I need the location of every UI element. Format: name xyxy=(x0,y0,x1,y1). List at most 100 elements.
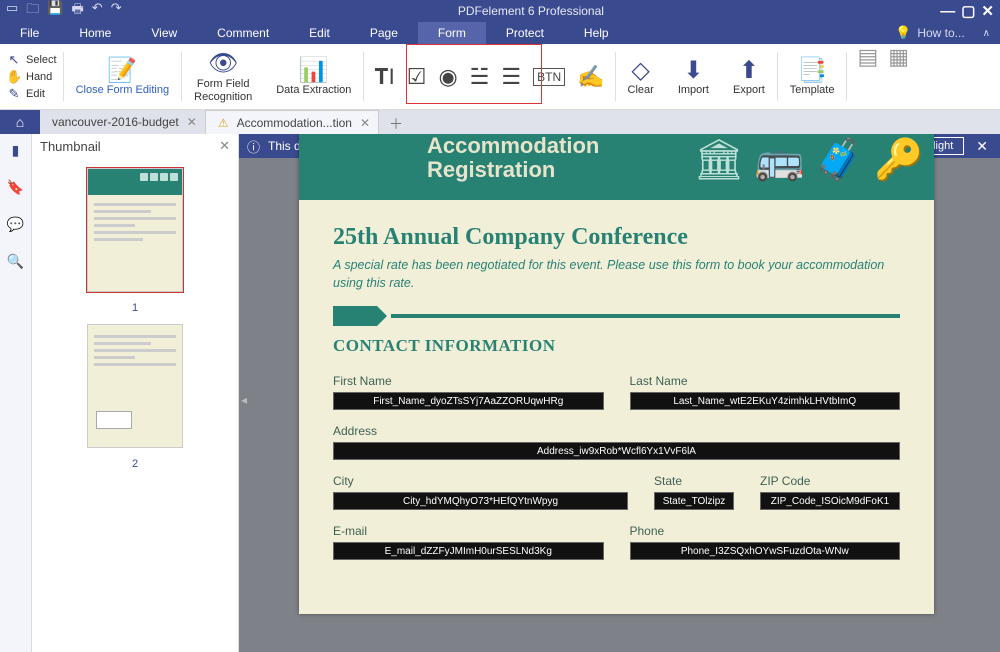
export-button[interactable]: ⬆ Export xyxy=(721,44,777,109)
select-tool[interactable]: ↖Select xyxy=(6,52,57,68)
align-icon[interactable]: ▤ xyxy=(857,44,878,70)
tab-label: Accommodation...tion xyxy=(237,116,352,130)
menu-file[interactable]: File xyxy=(0,22,59,44)
clear-button[interactable]: ◇ Clear xyxy=(616,44,666,109)
undo-icon[interactable]: ↶ xyxy=(92,0,103,22)
pdf-page: Accommodation Registration 🏛 🚌 🧳 🔑 25th … xyxy=(299,134,934,614)
address-label: Address xyxy=(333,424,900,438)
radio-field-icon[interactable]: ◉ xyxy=(438,64,457,90)
state-field[interactable]: State_TOlzipz xyxy=(654,492,734,510)
phone-field[interactable]: Phone_I3ZSQxhOYwSFuzdOta-WNw xyxy=(630,542,901,560)
menu-comment[interactable]: Comment xyxy=(197,22,289,44)
doc-tab-2[interactable]: ⚠ Accommodation...tion ✕ xyxy=(206,110,379,134)
menu-help[interactable]: Help xyxy=(564,22,629,44)
import-icon: ⬇ xyxy=(683,56,703,84)
eraser-icon: ◇ xyxy=(631,56,649,84)
thumbnail-panel: Thumbnail ✕ 1 2 xyxy=(32,134,239,652)
menu-page[interactable]: Page xyxy=(350,22,418,44)
text-field-icon[interactable]: 𝐓I xyxy=(374,64,394,90)
add-tab-button[interactable]: ＋ xyxy=(379,114,413,134)
side-strip: ▮ 🔖 💬 🔍 xyxy=(0,134,32,652)
tab-close-icon[interactable]: ✕ xyxy=(360,116,370,130)
button-field-icon[interactable]: BTN xyxy=(533,68,565,86)
combo-field-icon[interactable]: ☱ xyxy=(470,64,490,90)
howto-input[interactable]: 💡 How to... xyxy=(895,25,973,41)
document-tabs: ⌂ vancouver-2016-budget ✕ ⚠ Accommodatio… xyxy=(0,110,1000,134)
doc-tab-1[interactable]: vancouver-2016-budget ✕ xyxy=(40,110,206,134)
misc-group: ▤ ▦ xyxy=(847,44,919,109)
zip-label: ZIP Code xyxy=(760,474,900,488)
maximize-icon[interactable]: ▢ xyxy=(961,4,975,19)
last-name-field[interactable]: Last_Name_wtE2EKuY4zimhkLHVtbImQ xyxy=(630,392,901,410)
form-field-group: 𝐓I ☑ ◉ ☱ ☰ BTN ✍ xyxy=(364,44,614,109)
menu-bar: File Home View Comment Edit Page Form Pr… xyxy=(0,22,1000,44)
quick-access-toolbar: ▭ 🗀 💾 🖶 ↶ ↷ xyxy=(0,0,128,22)
body: ▮ 🔖 💬 🔍 Thumbnail ✕ 1 2 ⓘ This docume xyxy=(0,134,1000,652)
extraction-icon: 📊 xyxy=(299,56,329,84)
last-name-label: Last Name xyxy=(630,374,901,388)
edit-tool[interactable]: ✎Edit xyxy=(6,86,57,102)
comments-icon[interactable]: 💬 xyxy=(7,216,24,233)
checkbox-field-icon[interactable]: ☑ xyxy=(407,64,427,90)
menu-edit[interactable]: Edit xyxy=(289,22,350,44)
form-field-recognition-button[interactable]: 👁 Form Field Recognition xyxy=(182,44,264,109)
menu-form[interactable]: Form xyxy=(418,22,486,44)
bus-icon: 🚌 xyxy=(755,140,805,180)
list-field-icon[interactable]: ☰ xyxy=(501,64,521,90)
export-icon: ⬆ xyxy=(739,56,759,84)
collapse-panel-icon[interactable]: ◂ xyxy=(241,393,247,407)
save-icon[interactable]: 💾 xyxy=(47,0,63,22)
search-icon[interactable]: 🔍 xyxy=(7,253,24,270)
tab-close-icon[interactable]: ✕ xyxy=(187,115,197,129)
thumbnail-title: Thumbnail xyxy=(40,139,101,154)
bookmarks-icon[interactable]: 🔖 xyxy=(7,179,24,196)
email-label: E-mail xyxy=(333,524,604,538)
more-icon[interactable]: ▦ xyxy=(888,44,909,70)
menu-home[interactable]: Home xyxy=(59,22,131,44)
ribbon: ↖Select ✋Hand ✎Edit 📝 Close Form Editing… xyxy=(0,44,1000,110)
title-bar: ▭ 🗀 💾 🖶 ↶ ↷ PDFelement 6 Professional — … xyxy=(0,0,1000,22)
minimize-icon[interactable]: — xyxy=(940,4,955,19)
thumbnail-page-2-number: 2 xyxy=(132,458,138,470)
recognition-icon: 👁 xyxy=(208,50,238,78)
email-field[interactable]: E_mail_dZZFyJMImH0urSESLNd3Kg xyxy=(333,542,604,560)
pencil-icon: ✎ xyxy=(6,86,22,102)
hand-tool[interactable]: ✋Hand xyxy=(6,69,57,85)
redo-icon[interactable]: ↷ xyxy=(111,0,122,22)
print-icon[interactable]: 🖶 xyxy=(72,0,84,22)
band-graphics: 🏛 🚌 🧳 🔑 xyxy=(694,140,924,180)
close-form-editing-button[interactable]: 📝 Close Form Editing xyxy=(64,44,182,109)
first-name-field[interactable]: First_Name_dyoZTsSYj7AaZZORUqwHRg xyxy=(333,392,604,410)
app-title: PDFelement 6 Professional xyxy=(128,4,935,18)
state-label: State xyxy=(654,474,734,488)
signature-field-icon[interactable]: ✍ xyxy=(577,64,604,90)
key-icon: 🔑 xyxy=(874,140,924,180)
data-extraction-button[interactable]: 📊 Data Extraction xyxy=(264,44,363,109)
thumbnail-page-2[interactable] xyxy=(87,324,183,448)
address-field[interactable]: Address_iw9xRob*Wcfl6Yx1VvF6lA xyxy=(333,442,900,460)
template-button[interactable]: 📑 Template xyxy=(778,44,847,109)
home-tab[interactable]: ⌂ xyxy=(0,110,40,134)
section-heading: CONTACT INFORMATION xyxy=(333,336,900,356)
thumbnail-close-icon[interactable]: ✕ xyxy=(219,138,230,154)
menu-protect[interactable]: Protect xyxy=(486,22,564,44)
thumbnail-page-1[interactable] xyxy=(87,168,183,292)
menu-view[interactable]: View xyxy=(131,22,197,44)
section-divider xyxy=(333,306,900,326)
luggage-icon: 🧳 xyxy=(814,140,864,180)
tab-label: vancouver-2016-budget xyxy=(52,115,179,129)
page-header-band: Accommodation Registration 🏛 🚌 🧳 🔑 xyxy=(299,134,934,200)
notice-close-icon[interactable]: ✕ xyxy=(972,138,992,155)
document-view[interactable]: ⓘ This document contains interactive for… xyxy=(239,134,1000,652)
city-field[interactable]: City_hdYMQhyO73*HEfQYtnWpyg xyxy=(333,492,628,510)
collapse-ribbon-icon[interactable]: ∧ xyxy=(973,28,1000,39)
thumbnails-icon[interactable]: ▮ xyxy=(12,142,20,159)
new-doc-icon[interactable]: ▭ xyxy=(6,0,18,22)
open-icon[interactable]: 🗀 xyxy=(26,0,39,22)
close-icon[interactable]: ✕ xyxy=(981,4,994,19)
city-label: City xyxy=(333,474,628,488)
zip-field[interactable]: ZIP_Code_ISOicM9dFoK1 xyxy=(760,492,900,510)
home-icon: ⌂ xyxy=(16,114,24,130)
thumbnail-list: 1 2 xyxy=(32,158,238,652)
import-button[interactable]: ⬇ Import xyxy=(666,44,721,109)
